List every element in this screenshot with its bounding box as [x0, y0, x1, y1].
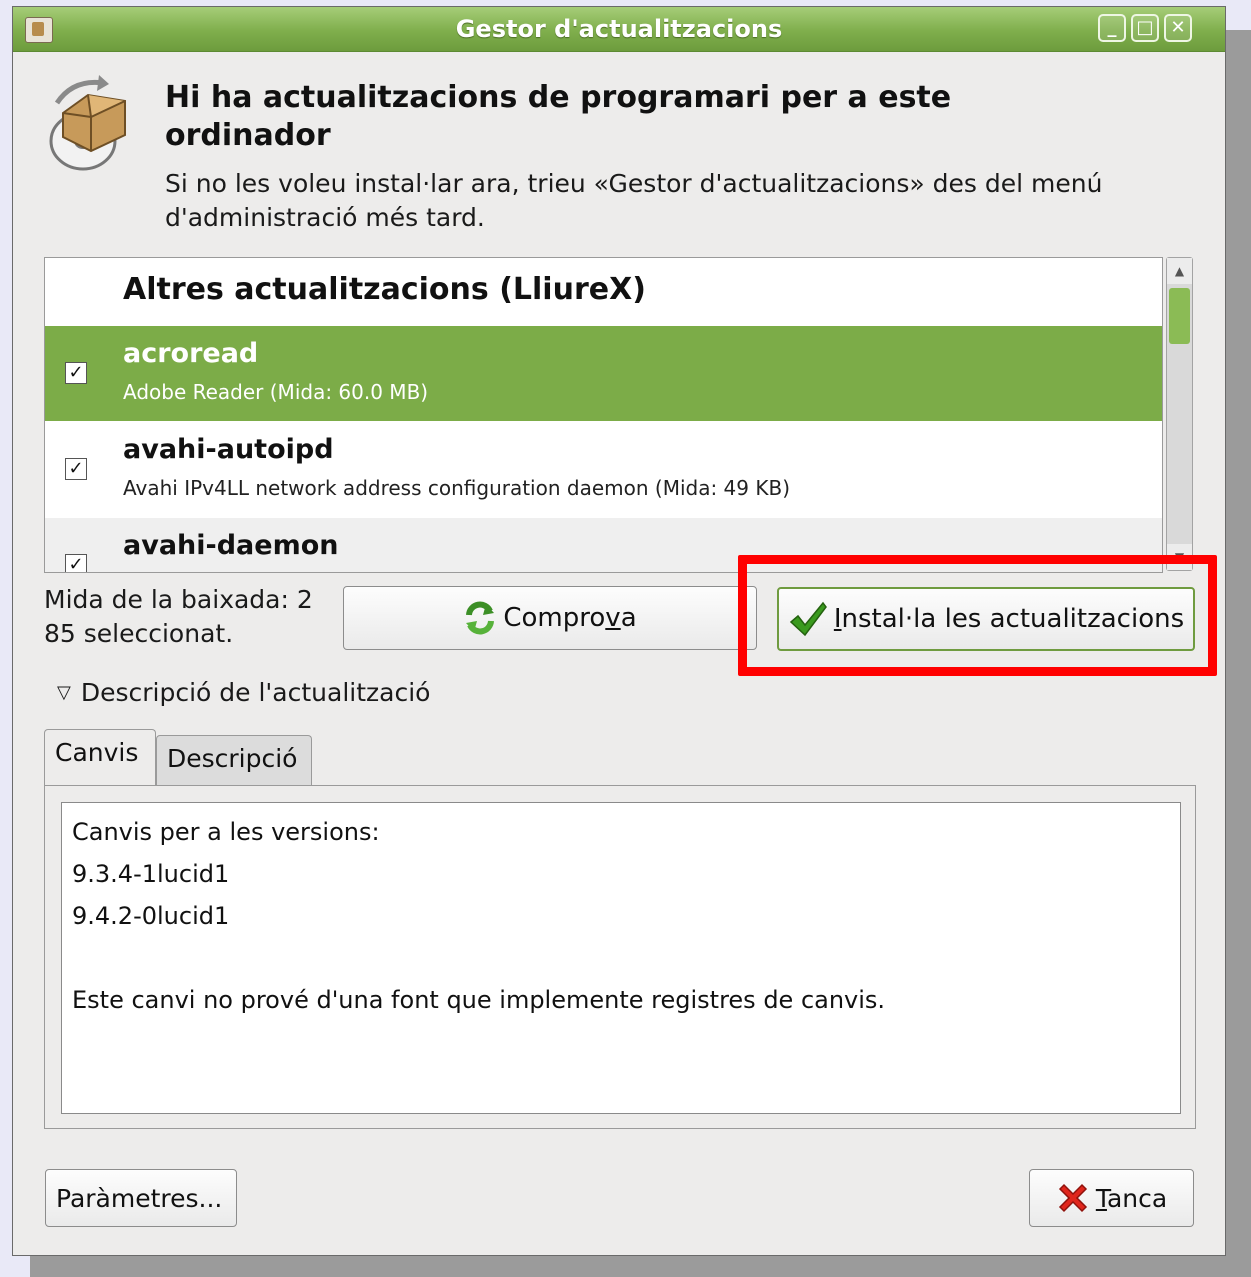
header-subtitle: Si no les voleu instal·lar ara, trieu «G…: [165, 169, 1103, 232]
update-checkbox[interactable]: ✓: [65, 554, 87, 572]
update-manager-window: Gestor d'actualitzacions _ □ ✕ Hi ha act…: [12, 6, 1226, 1256]
changes-line: [72, 937, 1170, 979]
window-shadow-bottom: [30, 1255, 1251, 1277]
check-button-label: Comprova: [503, 603, 637, 633]
description-expander[interactable]: ▽ Descripció de l'actualització: [57, 678, 430, 707]
tab-description[interactable]: Descripció: [156, 735, 312, 789]
changes-line: 9.4.2-0lucid1: [72, 902, 230, 930]
package-description: Adobe Reader (Mida: 60.0 MB): [123, 380, 429, 404]
package-name: avahi-autoipd: [123, 434, 334, 465]
software-update-icon: [49, 75, 126, 171]
changes-text-area[interactable]: Canvis per a les versions: 9.3.4-1lucid1…: [61, 802, 1181, 1114]
changes-line: Canvis per a les versions:: [72, 818, 380, 846]
list-scrollbar[interactable]: ▲ ▼: [1166, 257, 1193, 571]
header-title: Hi ha actualitzacions de programari per …: [165, 80, 952, 153]
package-description: Avahi IPv4LL network address configurati…: [123, 476, 791, 500]
expander-label: Descripció de l'actualització: [80, 678, 431, 707]
minimize-button[interactable]: _: [1098, 14, 1126, 42]
refresh-icon: [466, 601, 495, 635]
close-button[interactable]: Tanca: [1029, 1169, 1194, 1227]
window-title: Gestor d'actualitzacions: [455, 15, 783, 43]
updates-list[interactable]: Altres actualitzacions (LliureX) ✓ acror…: [44, 257, 1163, 573]
highlight-box: [738, 555, 1217, 676]
expander-arrow-icon: ▽: [57, 682, 71, 703]
update-checkbox[interactable]: ✓: [65, 458, 87, 480]
download-size-label: Mida de la baixada: 2: [44, 585, 313, 614]
list-item[interactable]: ✓ acroread Adobe Reader (Mida: 60.0 MB): [45, 326, 1162, 421]
check-button[interactable]: Comprova: [343, 586, 757, 650]
package-name: acroread: [123, 338, 259, 369]
download-summary: Mida de la baixada: 2 85 seleccionat.: [44, 583, 314, 651]
list-item[interactable]: ✓ avahi-autoipd Avahi IPv4LL network add…: [45, 422, 1162, 517]
close-window-button[interactable]: ✕: [1164, 14, 1192, 42]
changes-line: Este canvi no prové d'una font que imple…: [72, 986, 886, 1014]
title-bar[interactable]: Gestor d'actualitzacions _ □ ✕: [13, 7, 1225, 52]
package-name: avahi-daemon: [123, 530, 339, 561]
changes-line: 9.3.4-1lucid1: [72, 860, 230, 888]
maximize-button[interactable]: □: [1131, 14, 1159, 42]
update-checkbox[interactable]: ✓: [65, 362, 87, 384]
close-x-icon: [1058, 1183, 1087, 1213]
selected-count-label: 85 seleccionat.: [44, 619, 234, 648]
tab-changes[interactable]: Canvis: [44, 729, 156, 787]
scroll-thumb[interactable]: [1169, 288, 1190, 344]
window-shadow-right: [1226, 30, 1251, 1277]
close-button-label: Tanca: [1095, 1183, 1168, 1213]
list-group-header: Altres actualitzacions (LliureX): [123, 272, 646, 307]
scroll-up-icon[interactable]: ▲: [1167, 258, 1192, 284]
settings-button[interactable]: Paràmetres...: [45, 1169, 237, 1227]
tab-panel: Canvis per a les versions: 9.3.4-1lucid1…: [44, 785, 1196, 1129]
